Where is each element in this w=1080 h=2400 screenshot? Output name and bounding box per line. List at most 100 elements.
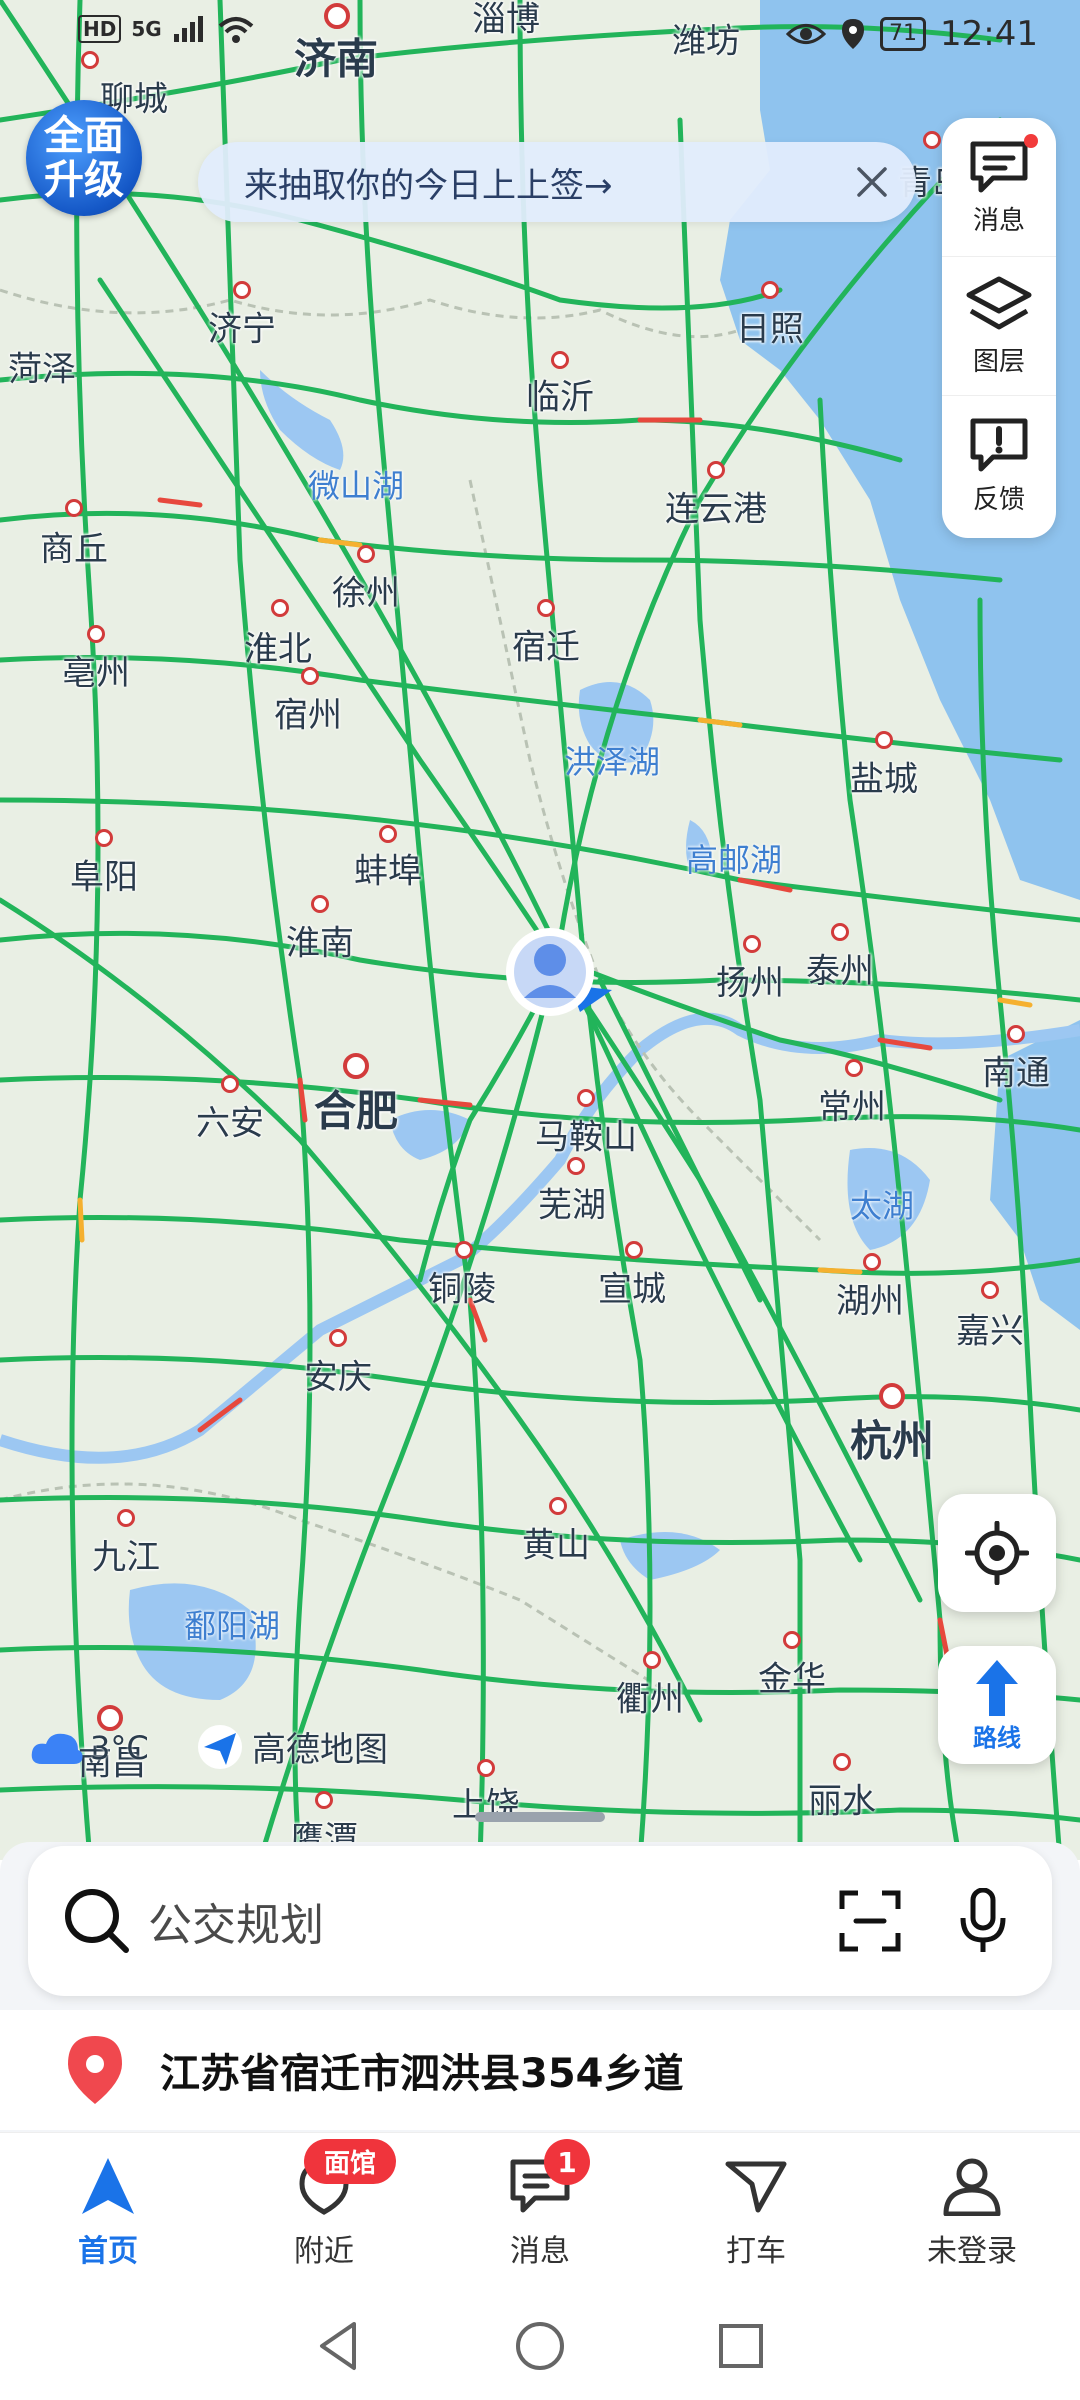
city-dot: [879, 1383, 905, 1409]
tab-home[interactable]: 首页: [0, 2133, 216, 2293]
city-label: 南通: [982, 1053, 1050, 1094]
city-dot: [643, 1651, 661, 1669]
tab-taxi[interactable]: 打车: [648, 2133, 864, 2293]
layers-button[interactable]: 图层: [942, 256, 1056, 395]
route-label: 路线: [973, 1723, 1021, 1752]
city-dot: [221, 1075, 239, 1093]
back-icon[interactable]: [314, 2320, 364, 2372]
city-label: 九江: [92, 1537, 160, 1578]
city-dot: [379, 825, 397, 843]
map-base: [0, 0, 1080, 1860]
lake-label: 太湖: [849, 1187, 915, 1225]
amap-brand: 高德地图: [196, 1722, 388, 1771]
current-location-row[interactable]: 江苏省宿迁市泗洪县354乡道: [0, 2010, 1080, 2130]
city-label: 芜湖: [538, 1185, 606, 1226]
city-label: 马鞍山: [535, 1117, 637, 1158]
weather-temp: 3°C: [90, 1729, 149, 1767]
map-view[interactable]: 济南 淄博 潍坊 青岛 聊城 济宁 日照 菏泽 临沂 连云港 商丘 徐州 淮北 …: [0, 0, 1080, 1860]
banner-close-button[interactable]: [842, 152, 902, 212]
city-dot: [981, 1281, 999, 1299]
feedback-label: 反馈: [972, 484, 1025, 515]
nearby-promo-tag: 面馆: [304, 2139, 397, 2184]
layers-label: 图层: [972, 346, 1025, 377]
city-dot: [549, 1497, 567, 1515]
city-dot: [357, 545, 375, 563]
city-dot: [233, 281, 251, 299]
city-dot: [65, 499, 83, 517]
clock: 12:41: [940, 14, 1038, 54]
city-dot: [707, 461, 725, 479]
lake-label: 高邮湖: [685, 841, 783, 879]
tab-profile[interactable]: 未登录: [864, 2133, 1080, 2293]
city-dot: [625, 1241, 643, 1259]
messages-button[interactable]: 消息: [942, 118, 1056, 256]
amap-home-screen: 济南 淄博 潍坊 青岛 聊城 济宁 日照 菏泽 临沂 连云港 商丘 徐州 淮北 …: [0, 0, 1080, 2400]
city-label: 徐州: [332, 573, 400, 614]
tab-home-label: 首页: [78, 2234, 138, 2269]
feedback-icon: [970, 418, 1028, 471]
city-label: 宿州: [274, 695, 342, 736]
city-label: 淮南: [286, 923, 354, 964]
city-label: 阜阳: [70, 857, 138, 898]
home-icon[interactable]: [514, 2320, 566, 2372]
city-label: 衢州: [616, 1679, 684, 1720]
city-dot: [343, 1053, 369, 1079]
upgrade-badge-line1: 全面: [44, 113, 124, 159]
city-dot: [315, 1791, 333, 1809]
city-dot: [537, 599, 555, 617]
tab-messages[interactable]: 1 消息: [432, 2133, 648, 2293]
sheet-drag-handle[interactable]: [475, 1812, 605, 1822]
city-dot: [455, 1241, 473, 1259]
close-icon: [857, 167, 887, 197]
city-dot: [117, 1509, 135, 1527]
hd-indicator: HD: [78, 15, 122, 43]
city-dot: [833, 1753, 851, 1771]
search-bar[interactable]: 公交规划: [28, 1846, 1052, 1996]
city-dot: [863, 1253, 881, 1271]
system-navigation-bar: [0, 2292, 1080, 2400]
city-label: 铜陵: [428, 1269, 496, 1310]
weather-widget[interactable]: 3°C: [28, 1728, 149, 1768]
city-label: 宿迁: [512, 627, 580, 668]
locate-me-button[interactable]: [938, 1494, 1056, 1612]
city-label: 日照: [736, 309, 804, 350]
search-icon: [65, 1889, 129, 1953]
messages-unread-badge: 1: [544, 2139, 590, 2185]
tab-nearby[interactable]: 面馆 附近: [216, 2133, 432, 2293]
city-label: 宣城: [598, 1269, 666, 1310]
city-label: 扬州: [716, 963, 784, 1004]
city-label: 湖州: [836, 1281, 904, 1322]
home-nav-icon: [82, 2158, 134, 2214]
recents-icon[interactable]: [716, 2321, 766, 2371]
scan-icon[interactable]: [838, 1889, 902, 1953]
upgrade-badge-line2: 升级: [44, 157, 124, 203]
upgrade-badge[interactable]: 全面 升级: [26, 100, 142, 216]
tab-nearby-label: 附近: [294, 2234, 354, 2269]
search-input[interactable]: 公交规划: [148, 1889, 838, 1953]
feedback-button[interactable]: 反馈: [942, 395, 1056, 534]
city-dot: [95, 829, 113, 847]
city-dot: [551, 351, 569, 369]
fortune-banner[interactable]: 来抽取你的今日上上签→: [198, 142, 916, 222]
battery-indicator: 71: [880, 17, 927, 51]
city-dot: [783, 1631, 801, 1649]
city-dot: [831, 923, 849, 941]
tab-taxi-label: 打车: [726, 2234, 786, 2269]
city-dot: [743, 935, 761, 953]
wifi-icon: [218, 17, 254, 43]
brand-name: 高德地图: [252, 1730, 388, 1770]
signal-icon: [173, 16, 203, 42]
city-dot: [875, 731, 893, 749]
messages-label: 消息: [972, 205, 1025, 236]
city-label: 黄山: [522, 1525, 590, 1566]
route-button[interactable]: 路线: [938, 1646, 1056, 1764]
microphone-icon[interactable]: [958, 1888, 1008, 1954]
user-icon: [943, 2158, 1001, 2216]
city-label: 济宁: [208, 309, 276, 350]
city-dot: [477, 1759, 495, 1777]
eye-icon: [786, 24, 827, 44]
city-label: 盐城: [850, 759, 918, 800]
city-dot: [845, 1059, 863, 1077]
status-bar: HD 5G 71 12:41: [0, 0, 1080, 72]
city-label: 安庆: [304, 1357, 372, 1398]
